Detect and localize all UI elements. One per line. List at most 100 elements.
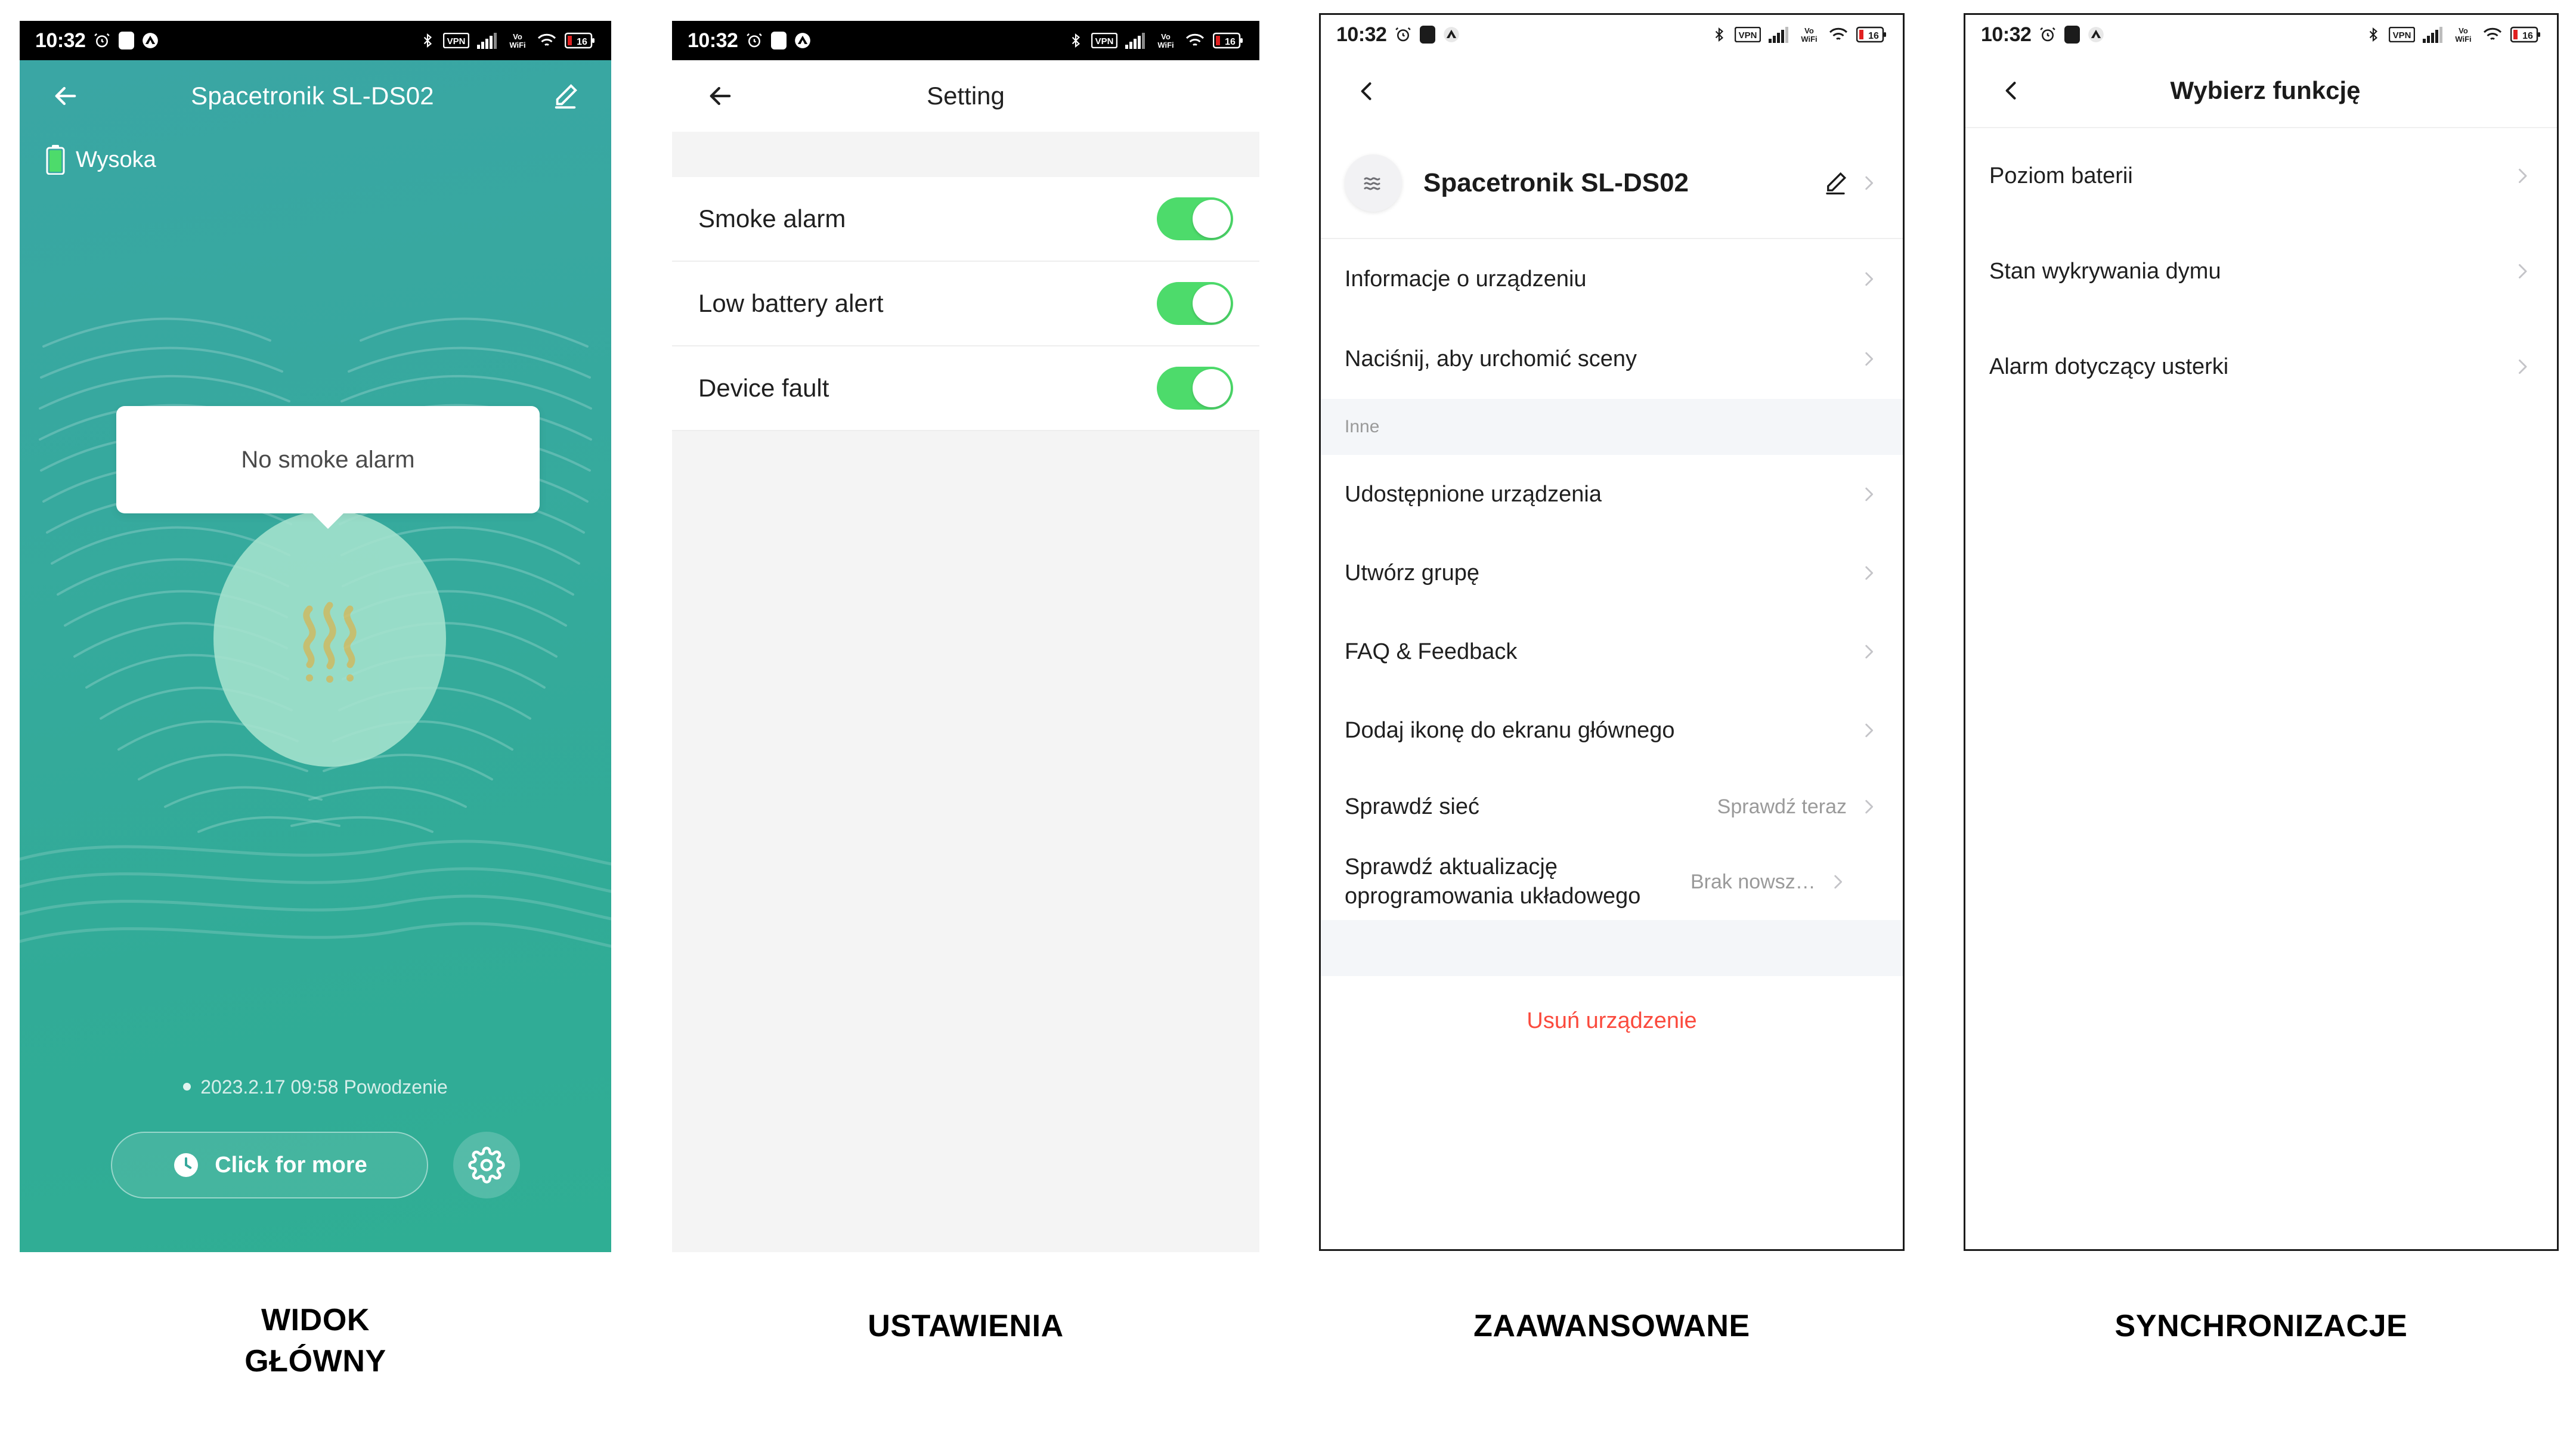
chevron-right-icon <box>1865 645 1874 659</box>
app-bar <box>1321 54 1903 128</box>
svg-text:WiFi: WiFi <box>1157 41 1174 49</box>
list-item-informacje-o-urzadzeniu[interactable]: Informacje o urządzeniu <box>1321 239 1903 319</box>
caption-widok-glowny: WIDOK GŁÓWNY <box>244 1303 386 1379</box>
back-button[interactable] <box>1345 69 1389 113</box>
device-edit-action[interactable] <box>1823 171 1879 196</box>
arrow-left-icon <box>55 86 76 106</box>
page-title: Wybierz funkcję <box>2170 76 2361 104</box>
log-bullet-icon <box>183 1083 191 1091</box>
battery-level-text: 16 <box>1868 31 1879 41</box>
bluetooth-icon <box>1715 27 1724 42</box>
status-clock: 10:32 <box>1336 23 1387 46</box>
status-bar-left: 10:32 <box>688 30 811 51</box>
setting-body: Setting Smoke alarm Low battery alert De… <box>672 60 1259 1252</box>
smoke-status-bubble: No smoke alarm <box>116 406 540 529</box>
page-title: Setting <box>927 82 1005 110</box>
do-not-disturb-icon <box>1420 26 1436 44</box>
status-bar: 10:32 VPN Vo WiFi 16 <box>672 21 1259 60</box>
section-header-inne: Inne <box>1321 399 1903 455</box>
caption-ustawienia: USTAWIENIA <box>868 1309 1064 1343</box>
toggle-low-battery-alert[interactable] <box>1157 282 1233 325</box>
battery-full-icon <box>46 145 65 175</box>
volte-wifi-icon: VoWiFi <box>509 32 525 49</box>
vpn-icon: VPN <box>443 33 469 48</box>
status-bar-left: 10:32 <box>35 30 159 51</box>
list-item-dodaj-ikone-do-ekranu-glownego[interactable]: Dodaj ikonę do ekranu głównego <box>1321 691 1903 770</box>
volte-wifi-icon: VoWiFi <box>1157 32 1174 49</box>
status-clock: 10:32 <box>688 29 738 52</box>
settings-button[interactable] <box>453 1132 520 1198</box>
setting-label: Low battery alert <box>698 289 884 317</box>
list-item-faq-feedback[interactable]: FAQ & Feedback <box>1321 612 1903 691</box>
delete-device-label: Usuń urządzenie <box>1527 1008 1697 1033</box>
list-item-sprawdz-aktualizacje[interactable]: Sprawdź aktualizację oprogramowania ukła… <box>1321 844 1903 920</box>
setting-row-low-battery-alert[interactable]: Low battery alert <box>672 262 1259 346</box>
cellular-signal-icon <box>477 33 497 49</box>
back-button[interactable] <box>44 74 88 118</box>
edit-button[interactable] <box>543 74 587 118</box>
list-item-label: Udostępnione urządzenia <box>1345 481 1602 507</box>
battery-level-text: 16 <box>577 37 587 47</box>
cellular-signal-icon <box>1769 27 1788 43</box>
volte-wifi-icon: VoWiFi <box>2455 26 2471 44</box>
smoke-waves-icon <box>1364 177 1380 190</box>
list-item-nacisnij-aby-urchomic-sceny[interactable]: Naciśnij, aby urchomić sceny <box>1321 319 1903 399</box>
battery-icon: 16 <box>2510 26 2540 43</box>
status-bar: 10:32 VPN Vo WiFi 16 <box>1965 15 2557 54</box>
device-name: Spacetronik SL-DS02 <box>1423 168 1689 197</box>
chevron-right-icon <box>1865 800 1874 814</box>
smoke-sensor-blob <box>213 510 446 767</box>
svg-text:Vo: Vo <box>1804 26 1814 35</box>
svg-text:WiFi: WiFi <box>2455 35 2471 44</box>
chevron-right-icon <box>2519 169 2527 183</box>
chevron-right-icon <box>1865 487 1874 501</box>
setting-row-smoke-alarm[interactable]: Smoke alarm <box>672 177 1259 262</box>
chevron-right-icon <box>1865 176 1874 190</box>
nordvpn-icon <box>2088 27 2104 42</box>
status-bar-right: VPN Vo WiFi 16 <box>420 32 596 49</box>
status-bar-left: 10:32 <box>1336 24 1460 45</box>
panel-synchronizacje: 10:32 VPN Vo WiFi 16 Wybierz funkcję Pozi… <box>1964 13 2559 1251</box>
panel-widok-glowny: 10:32 VPN Vo WiFi 16 Spacetronik SL-DS02… <box>20 21 611 1252</box>
setting-label: Smoke alarm <box>698 205 846 233</box>
list-item-label: Sprawdź sieć <box>1345 794 1479 819</box>
list-item-label: Alarm dotyczący usterki <box>1989 354 2229 379</box>
setting-row-device-fault[interactable]: Device fault <box>672 346 1259 431</box>
device-header-row[interactable]: Spacetronik SL-DS02 <box>1321 128 1903 239</box>
list-item-alarm-dotyczacy-usterki[interactable]: Alarm dotyczący usterki <box>1965 319 2557 414</box>
smoke-status-text: No smoke alarm <box>241 446 415 473</box>
do-not-disturb-icon <box>771 32 787 49</box>
svg-text:VPN: VPN <box>2393 30 2411 41</box>
cellular-signal-icon <box>2423 27 2442 43</box>
status-clock: 10:32 <box>35 29 86 52</box>
bottom-action-row: Click for more <box>20 1132 611 1198</box>
list-item-label: Stan wykrywania dymu <box>1989 258 2221 284</box>
alarm-clock-icon <box>94 33 110 48</box>
chevron-right-icon <box>2519 360 2527 374</box>
battery-level-text: 16 <box>1225 37 1236 47</box>
click-for-more-button[interactable]: Click for more <box>111 1132 428 1198</box>
list-item-label: Sprawdź aktualizację oprogramowania ukła… <box>1345 854 1641 909</box>
list-item-sprawdz-siec[interactable]: Sprawdź sieć Sprawdź teraz <box>1321 770 1903 844</box>
list-item-udostepnione-urzadzenia[interactable]: Udostępnione urządzenia <box>1321 455 1903 534</box>
list-item-utworz-grupe[interactable]: Utwórz grupę <box>1321 534 1903 612</box>
toggle-device-fault[interactable] <box>1157 367 1233 410</box>
avatar <box>1345 154 1402 212</box>
list-item-label: FAQ & Feedback <box>1345 639 1518 664</box>
page-filler <box>672 431 1259 1252</box>
list-item-poziom-baterii[interactable]: Poziom baterii <box>1965 128 2557 224</box>
status-bar: 10:32 VPN Vo WiFi 16 <box>1321 15 1903 54</box>
alarm-clock-icon <box>2040 27 2056 42</box>
bluetooth-icon <box>1072 33 1080 48</box>
wifi-icon <box>2483 27 2502 40</box>
toggle-smoke-alarm[interactable] <box>1157 197 1233 240</box>
do-not-disturb-icon <box>2064 26 2080 44</box>
pencil-icon <box>1826 172 1847 195</box>
bluetooth-icon <box>423 33 432 48</box>
click-for-more-label: Click for more <box>215 1152 367 1178</box>
list-item-stan-wykrywania-dymu[interactable]: Stan wykrywania dymu <box>1965 224 2557 319</box>
list-item-label: Informacje o urządzeniu <box>1345 266 1587 292</box>
svg-text:Vo: Vo <box>2459 26 2468 35</box>
status-bar-left: 10:32 <box>1981 24 2104 45</box>
delete-device-button[interactable]: Usuń urządzenie <box>1321 976 1903 1065</box>
